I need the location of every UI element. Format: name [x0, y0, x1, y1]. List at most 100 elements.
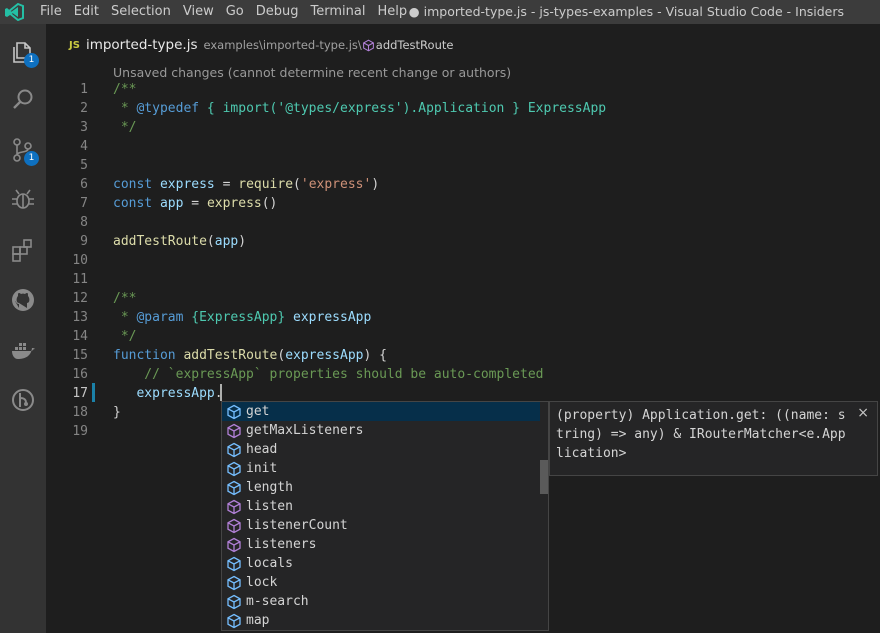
menu-item-view[interactable]: View: [183, 0, 222, 24]
suggest-item[interactable]: init: [222, 459, 540, 478]
code-text: */: [113, 327, 137, 346]
breadcrumb-symbol[interactable]: addTestRoute: [376, 38, 454, 52]
close-icon[interactable]: ×: [857, 404, 869, 423]
title-bar: File Edit Selection View Go Debug Terminal Help…: [0, 0, 880, 24]
modified-line-gutter-marker: [92, 383, 95, 402]
suggest-item[interactable]: get: [222, 402, 540, 421]
code-token: addTestRoute: [113, 234, 207, 249]
code-token: (: [293, 177, 301, 192]
suggest-item-label: length: [246, 480, 293, 495]
code-line[interactable]: 15 function addTestRoute(expressApp) {: [46, 346, 880, 365]
vscode-logo-icon: [5, 3, 24, 21]
code-token: expressApp: [285, 348, 364, 363]
suggest-details-text: (property) Application.get: ((name: stri…: [556, 408, 846, 461]
suggest-item[interactable]: locals: [222, 554, 540, 573]
code-line[interactable]: 9 addTestRoute(app): [46, 232, 880, 251]
menu-item-terminal[interactable]: Terminal: [311, 0, 374, 24]
menu-bar: File Edit Selection View Go Debug Terminal Help: [40, 0, 419, 24]
code-token: *: [113, 101, 137, 116]
docker-icon[interactable]: [9, 336, 37, 364]
suggest-item[interactable]: listen: [222, 497, 540, 516]
menu-item-edit[interactable]: Edit: [74, 0, 107, 24]
suggest-item[interactable]: listenerCount: [222, 516, 540, 535]
code-token: }: [113, 405, 121, 420]
code-line[interactable]: 7 const app = express(): [46, 194, 880, 213]
window-title: ● imported-type.js - js-types-examples -…: [408, 4, 844, 19]
line-number: 5: [80, 158, 88, 173]
js-file-icon: JS: [69, 39, 80, 51]
breadcrumb-path[interactable]: examples\imported-type.js\: [204, 38, 362, 52]
code-line[interactable]: 3 */: [46, 118, 880, 137]
suggest-item[interactable]: m-search: [222, 592, 540, 611]
method-symbol-icon: [227, 537, 241, 552]
code-line[interactable]: 5: [46, 156, 880, 175]
code-token: */: [113, 120, 137, 135]
activity-bar: 1 1: [0, 24, 46, 633]
explorer-badge: 1: [24, 53, 39, 68]
code-line[interactable]: 12 /**: [46, 289, 880, 308]
code-token: /**: [113, 291, 137, 306]
suggest-item[interactable]: head: [222, 440, 540, 459]
code-token: }: [504, 101, 528, 116]
code-line[interactable]: 10: [46, 251, 880, 270]
line-number: 14: [72, 329, 88, 344]
code-line[interactable]: 4: [46, 137, 880, 156]
method-symbol-icon: [227, 499, 241, 514]
debug-icon[interactable]: [9, 186, 37, 214]
suggest-item[interactable]: length: [222, 478, 540, 497]
method-symbol-icon: [227, 423, 241, 438]
menu-item-file[interactable]: File: [40, 0, 70, 24]
line-number: 10: [72, 253, 88, 268]
property-symbol-icon: [227, 404, 241, 419]
suggest-item[interactable]: lock: [222, 573, 540, 592]
property-symbol-icon: [227, 613, 241, 628]
code-line[interactable]: 8: [46, 213, 880, 232]
line-number: 6: [80, 177, 88, 192]
code-line[interactable]: 2 * @typedef { import('@types/express').…: [46, 99, 880, 118]
code-text: }: [113, 403, 121, 422]
suggest-item-label: head: [246, 442, 278, 457]
suggest-item-label: listenerCount: [246, 518, 348, 533]
suggest-item-label: listeners: [246, 537, 317, 552]
github-icon[interactable]: [9, 286, 37, 314]
code-line[interactable]: 16 // `expressApp` properties should be …: [46, 365, 880, 384]
method-symbol-icon: [362, 39, 374, 51]
line-number: 17: [72, 386, 88, 401]
code-token: app: [159, 196, 184, 211]
code-line[interactable]: 1 /**: [46, 80, 880, 99]
code-text: * @typedef { import('@types/express').Ap…: [113, 99, 606, 118]
code-token: =: [183, 196, 207, 211]
suggest-item-label: getMaxListeners: [246, 423, 364, 438]
code-token: (: [206, 234, 215, 249]
suggest-scrollbar[interactable]: [540, 460, 548, 494]
code-line[interactable]: 14 */: [46, 327, 880, 346]
breadcrumb-file[interactable]: imported-type.js: [86, 37, 198, 53]
menu-item-selection[interactable]: Selection: [111, 0, 179, 24]
extensions-icon[interactable]: [9, 236, 37, 264]
code-line[interactable]: 11: [46, 270, 880, 289]
code-line[interactable]: 6 const express = require('express'): [46, 175, 880, 194]
code-text: function addTestRoute(expressApp) {: [113, 346, 387, 365]
suggest-item-label: init: [246, 461, 278, 476]
code-token: @param: [136, 310, 184, 325]
code-token: app: [214, 234, 239, 249]
line-number: 12: [72, 291, 88, 306]
menu-item-debug[interactable]: Debug: [256, 0, 307, 24]
code-token: express: [206, 196, 262, 211]
line-number: 19: [72, 424, 88, 439]
suggest-item[interactable]: map: [222, 611, 540, 630]
suggest-item-label: lock: [246, 575, 278, 590]
suggest-widget[interactable]: get getMaxListeners head init length listen li…: [221, 401, 549, 631]
suggest-item[interactable]: listeners: [222, 535, 540, 554]
line-number: 8: [80, 215, 88, 230]
code-text: // `expressApp` properties should be aut…: [113, 365, 543, 384]
code-line[interactable]: 13 * @param {ExpressApp} expressApp: [46, 308, 880, 327]
code-token: expressApp: [136, 386, 215, 401]
gitlens-icon[interactable]: [9, 386, 37, 414]
codelens-annotation[interactable]: Unsaved changes (cannot determine recent…: [113, 65, 511, 80]
menu-item-go[interactable]: Go: [226, 0, 252, 24]
search-icon[interactable]: [9, 86, 37, 114]
line-number: 3: [80, 120, 88, 135]
suggest-item[interactable]: getMaxListeners: [222, 421, 540, 440]
